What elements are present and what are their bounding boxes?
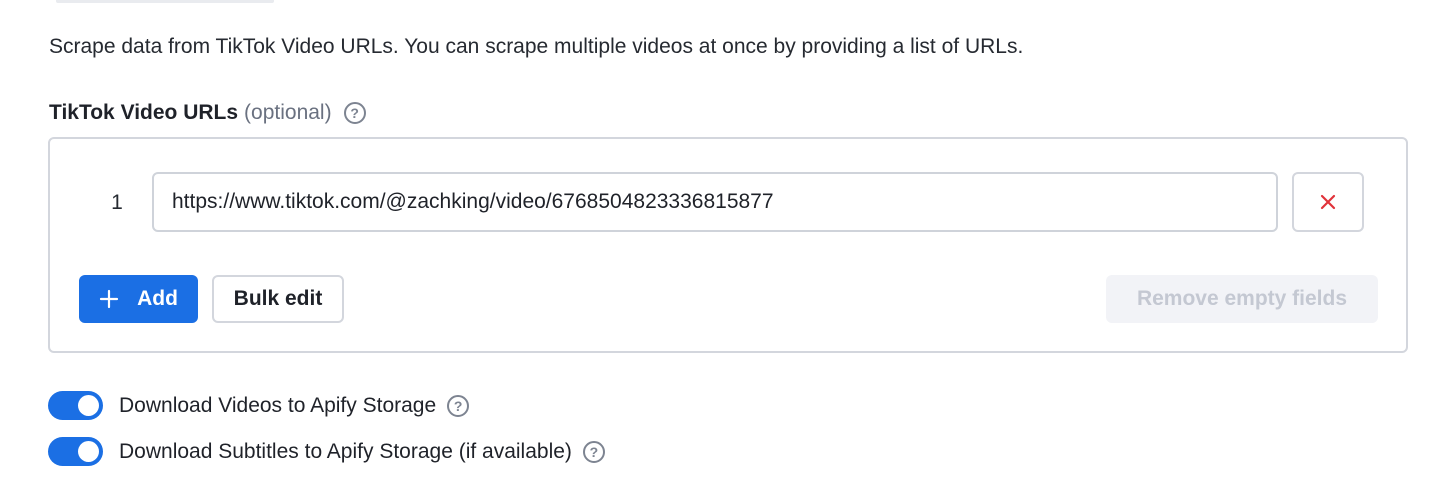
add-button-label: Add [137, 287, 178, 310]
toggle-knob [78, 441, 99, 462]
help-icon[interactable]: ? [447, 394, 470, 417]
plus-icon [99, 289, 119, 309]
toggle-knob [78, 395, 99, 416]
remove-empty-fields-button[interactable]: Remove empty fields [1106, 275, 1378, 323]
field-label-video-urls: TikTok Video URLs (optional) ? [49, 99, 366, 127]
optional-label: (optional) [244, 101, 332, 124]
add-button[interactable]: Add [79, 275, 198, 323]
help-icon[interactable]: ? [343, 102, 366, 124]
bulk-edit-button[interactable]: Bulk edit [212, 275, 344, 323]
url-list-editor: 1 Add Bulk edit Remove empty fields [48, 137, 1408, 353]
tab-underline-edge [56, 0, 274, 3]
help-icon[interactable]: ? [582, 440, 605, 463]
toggle-label: Download Subtitles to Apify Storage (if … [119, 439, 572, 463]
close-x-icon [1320, 194, 1336, 210]
toggle-row-download-subtitles: Download Subtitles to Apify Storage (if … [48, 437, 605, 466]
url-input[interactable] [152, 172, 1278, 232]
download-subtitles-toggle[interactable] [48, 437, 103, 466]
field-label-text: TikTok Video URLs [49, 101, 239, 124]
delete-row-button[interactable] [1292, 172, 1364, 232]
toggle-label: Download Videos to Apify Storage [119, 393, 437, 417]
download-videos-toggle[interactable] [48, 391, 103, 420]
toggle-row-download-videos: Download Videos to Apify Storage ? [48, 391, 470, 420]
input-description: Scrape data from TikTok Video URLs. You … [49, 35, 1024, 58]
row-index: 1 [111, 191, 123, 214]
